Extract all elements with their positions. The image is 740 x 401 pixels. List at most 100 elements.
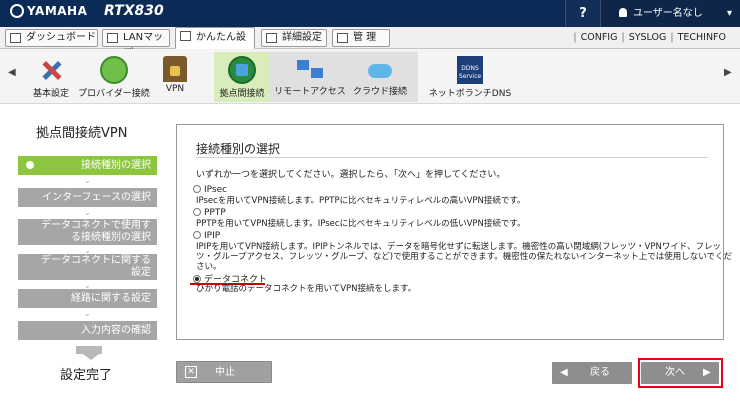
button-label: 次へ [665, 367, 685, 378]
item-label: プロバイダー接続 [78, 89, 150, 99]
option-pptp[interactable]: PPTP [193, 208, 226, 218]
radio-dataconnect[interactable] [193, 275, 201, 283]
chevron-right-icon: ▶ [703, 367, 711, 378]
config-link[interactable]: CONFIG [577, 32, 622, 43]
radio-pptp[interactable] [193, 208, 201, 216]
step-chevron: ⌄ [84, 309, 91, 318]
tab-dashboard[interactable]: ダッシュボード [5, 29, 98, 47]
cloud-connection-item[interactable]: クラウド接続 [350, 56, 410, 97]
yamaha-logo-icon [10, 4, 24, 18]
globe-icon [100, 56, 128, 84]
user-name: ユーザー名なし [633, 8, 703, 19]
wizard-title: 拠点間接続VPN [36, 126, 128, 141]
tab-label: 管 理 [353, 32, 377, 43]
wizard-step-confirm: 入力内容の確認 [18, 321, 157, 340]
cancel-button[interactable]: ✕ 中止 [176, 361, 272, 383]
button-label: 中止 [215, 367, 235, 378]
user-menu[interactable]: ユーザー名なし ▾ [600, 0, 740, 27]
dns-service-icon: DDNS Service [457, 56, 483, 84]
brand-logo: YAMAHA [10, 4, 87, 18]
option-ipip[interactable]: IPIP [193, 231, 220, 241]
header-links: | CONFIG | SYSLOG | TECHINFO [573, 27, 730, 49]
divider [196, 157, 708, 158]
tab-label: 詳細設定 [282, 32, 322, 43]
desc-line: ツ・グループアクセス、フレッツ・グループ、など)で使用することができます。機密性… [196, 252, 733, 262]
option-ipip-desc: IPIPを用いてVPN接続します。IPIPトンネルでは、データを暗号化せずに転送… [196, 242, 732, 272]
tab-advanced-settings[interactable]: 詳細設定 [261, 29, 327, 47]
tab-management[interactable]: 管 理 [332, 29, 390, 47]
wizard-complete-label: 設定完了 [60, 368, 113, 383]
step-label: 接続種別の選択 [81, 160, 151, 171]
wizard-step-dataconnect-type: データコネクトで使用す る接続種別の選択 [18, 219, 157, 245]
step-label: 設定 [131, 267, 151, 278]
wizard-step-connection-type: 接続種別の選択 [18, 156, 157, 175]
wizard-step-routing: 経路に関する設定 [18, 289, 157, 308]
step-label: インターフェースの選択 [42, 192, 151, 203]
lan-map-icon [107, 33, 118, 43]
tools-icon [37, 56, 65, 84]
house-icon [180, 31, 191, 41]
item-label: 基本設定 [32, 89, 69, 99]
brand-name: YAMAHA [27, 4, 88, 18]
desc-line: IPIPを用いてVPN接続します。IPIPトンネルでは、データを暗号化せずに転送… [196, 242, 721, 252]
option-dataconnect-desc: ひかり電話のデータコネクトを用いてVPN接続をします。 [196, 284, 417, 294]
close-icon: ✕ [185, 366, 197, 378]
option-pptp-desc: PPTPを用いてVPN接続します。IPsecに比べセキュリティレベルの低いVPN… [196, 219, 526, 229]
wizard-step-dataconnect-settings: データコネクトに関する 設定 [18, 254, 157, 280]
step-label: データコネクトで使用す [41, 220, 151, 231]
model-name: RTX830 [104, 3, 164, 19]
item-label: リモートアクセス [274, 87, 346, 97]
scroll-right-arrow[interactable]: ▶ [724, 67, 732, 78]
step-label: データコネクトに関する [41, 255, 151, 266]
chevron-down-icon: ▾ [726, 8, 732, 19]
panel-title: 接続種別の選択 [196, 142, 281, 156]
button-label: 戻る [590, 367, 610, 378]
step-label: る接続種別の選択 [71, 232, 151, 243]
gear-icon [266, 33, 277, 43]
item-label: ネットボランチDNS [428, 89, 512, 99]
vpn-item[interactable]: VPN [156, 56, 194, 94]
tab-easy-setup[interactable]: かんたん設定 [175, 27, 255, 63]
desc-line: さい。 [196, 262, 222, 272]
down-arrow-icon [83, 354, 99, 360]
remote-access-item[interactable]: リモートアクセス [274, 56, 346, 97]
back-button[interactable]: ◀ 戻る [552, 362, 632, 384]
lock-house-icon [163, 56, 187, 82]
user-icon [619, 8, 627, 17]
techinfo-link[interactable]: TECHINFO [674, 32, 730, 43]
option-label: PPTP [204, 208, 226, 218]
item-label: 拠点間接続 [219, 89, 265, 99]
item-label: クラウド接続 [352, 87, 407, 97]
tab-label: ダッシュボード [26, 32, 96, 43]
instruction-text: いずれか一つを選択してください。選択したら、「次へ」を押してください。 [196, 170, 506, 180]
provider-connection-item[interactable]: プロバイダー接続 [78, 56, 150, 99]
cloud-icon [366, 56, 394, 82]
help-button[interactable]: ? [565, 0, 600, 27]
step-label: 入力内容の確認 [81, 325, 151, 336]
syslog-link[interactable]: SYSLOG [625, 32, 671, 43]
remote-access-icon [295, 56, 325, 82]
step-chevron: ⌄ [84, 208, 91, 217]
step-label: 経路に関する設定 [71, 293, 151, 304]
radio-ipsec[interactable] [193, 185, 201, 193]
option-ipsec-desc: IPsecを用いてVPN接続します。PPTPに比べセキュリティレベルの高いVPN… [196, 196, 526, 206]
site-to-site-icon [228, 56, 256, 84]
netvolante-dns-item[interactable]: DDNS Service ネットボランチDNS [428, 56, 512, 99]
option-ipsec[interactable]: IPsec [193, 185, 227, 195]
option-label: IPsec [204, 185, 228, 195]
current-step-dot [26, 161, 34, 169]
site-to-site-item[interactable]: 拠点間接続 [216, 56, 268, 99]
step-chevron: ⌄ [84, 176, 91, 185]
option-label: IPIP [204, 231, 221, 241]
next-button[interactable]: 次へ ▶ [641, 362, 719, 384]
wrench-icon [337, 33, 348, 43]
tab-lan-map[interactable]: LANマップ [102, 29, 170, 59]
wizard-step-interface: インターフェースの選択 [18, 188, 157, 207]
scroll-left-arrow[interactable]: ◀ [8, 67, 16, 78]
radio-ipip[interactable] [193, 231, 201, 239]
chevron-left-icon: ◀ [560, 367, 568, 378]
item-label: VPN [165, 84, 185, 94]
basic-settings-item[interactable]: 基本設定 [24, 56, 78, 99]
dashboard-icon [10, 33, 21, 43]
done-arrow [76, 346, 102, 354]
